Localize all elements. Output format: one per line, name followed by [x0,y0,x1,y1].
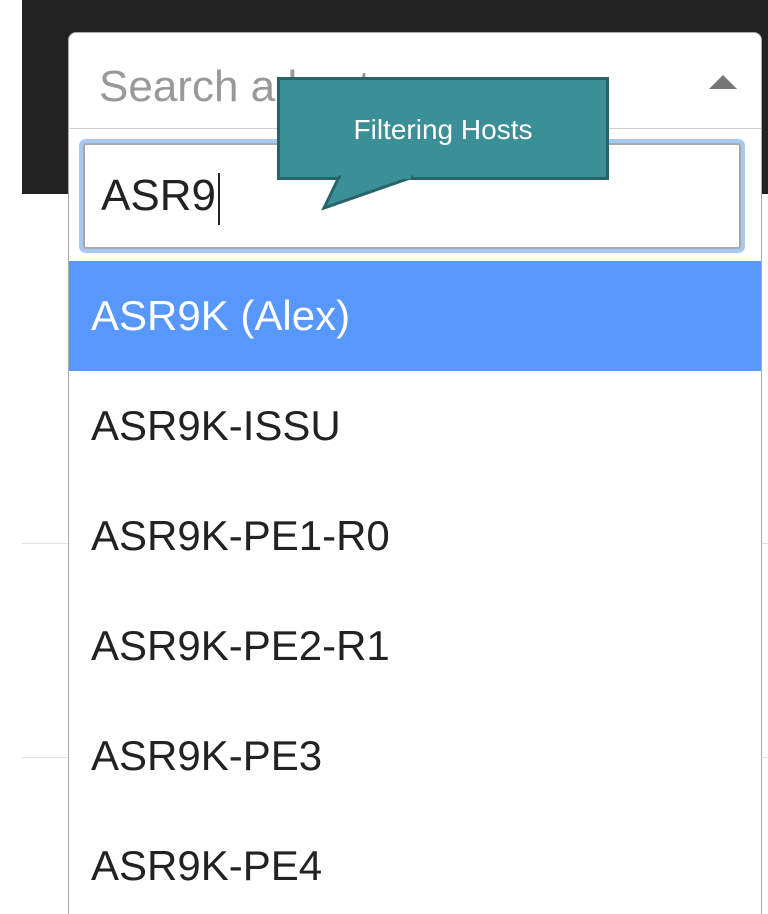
triangle-up-icon[interactable] [709,75,737,89]
page: Search a host ASR9K (Alex)ASR9K-ISSUASR9… [0,0,768,914]
filtering-hosts-tooltip: Filtering Hosts [277,77,609,180]
host-option[interactable]: ASR9K-PE4 [69,811,761,914]
host-option[interactable]: ASR9K-PE2-R1 [69,591,761,701]
host-option[interactable]: ASR9K (Alex) [69,261,761,371]
host-option[interactable]: ASR9K-PE3 [69,701,761,811]
divider [22,543,70,544]
divider [22,757,70,758]
host-results-list: ASR9K (Alex) ASR9K-ISSU ASR9K-PE1-R0 ASR9K-… [69,261,761,914]
text-cursor [217,173,220,225]
host-option[interactable]: ASR9K-PE1-R0 [69,481,761,591]
host-option[interactable]: ASR9K-ISSU [69,371,761,481]
